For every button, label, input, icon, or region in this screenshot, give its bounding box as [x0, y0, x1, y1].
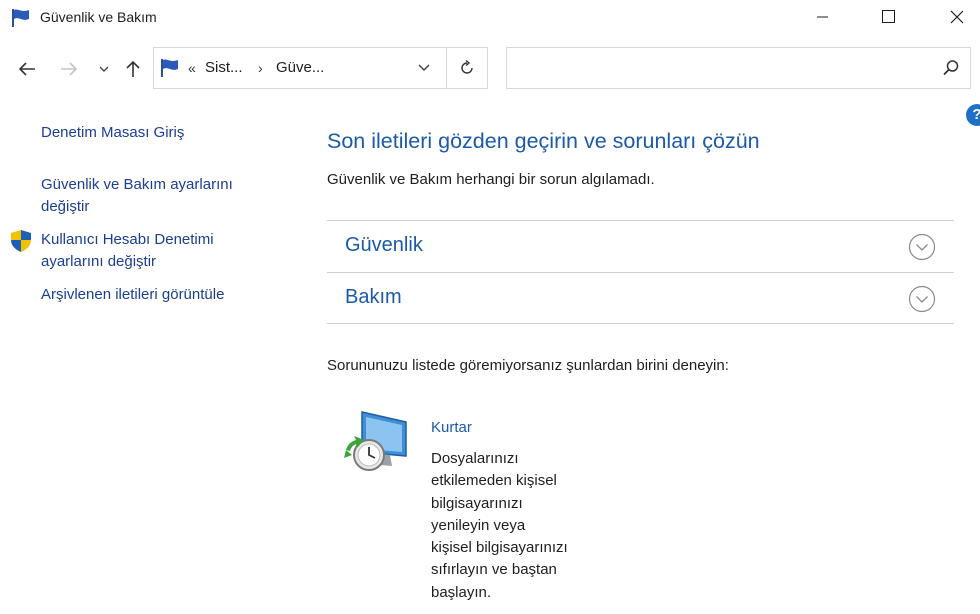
recovery-description: Dosyalarınızı etkilemeden kişisel bilgis… [431, 450, 568, 601]
back-button[interactable] [14, 58, 40, 80]
forward-button[interactable] [56, 58, 82, 80]
security-section[interactable]: Güvenlik [327, 220, 954, 272]
sidebar-item-change-settings[interactable]: Güvenlik ve Bakım ayarlarını değiştir [41, 174, 233, 218]
window-title: Güvenlik ve Bakım [40, 9, 157, 25]
sidebar-item-archived-messages[interactable]: Arşivlenen iletileri görüntüle [41, 284, 224, 306]
expand-chevron-icon[interactable] [908, 233, 936, 261]
status-text: Güvenlik ve Bakım herhangi bir sorun alg… [327, 171, 655, 188]
recovery-link[interactable]: Kurtar [431, 419, 472, 436]
close-button[interactable] [934, 0, 980, 34]
help-button[interactable]: ? [966, 104, 980, 126]
expand-chevron-icon[interactable] [908, 285, 936, 313]
navigation-bar: « Sist... › Güve... [0, 36, 980, 102]
breadcrumb-system[interactable]: Sist... [205, 59, 243, 76]
up-arrow-icon [126, 60, 140, 77]
recovery-icon [344, 411, 407, 471]
security-section-label: Güvenlik [345, 234, 423, 256]
page-title: Son iletileri gözden geçirin ve sorunlar… [327, 129, 760, 153]
try-suggestion-text: Sorununuzu listede göremiyorsanız şunlar… [327, 357, 729, 374]
address-history-button[interactable] [408, 48, 440, 88]
refresh-button[interactable] [446, 48, 487, 88]
recent-locations-button[interactable] [96, 60, 112, 78]
back-arrow-icon [18, 62, 35, 76]
breadcrumb-separator-icon[interactable]: › [258, 60, 263, 76]
close-icon [950, 10, 964, 24]
chevron-down-icon [418, 64, 430, 72]
chevron-down-icon [99, 66, 109, 72]
minimize-button[interactable] [800, 0, 846, 34]
search-input[interactable] [506, 47, 971, 89]
flag-icon [12, 9, 29, 27]
address-overflow[interactable]: « [188, 60, 196, 76]
minimize-icon [817, 16, 828, 18]
maintenance-section[interactable]: Bakım [327, 272, 954, 324]
uac-shield-icon [11, 230, 31, 252]
search-icon[interactable] [942, 59, 960, 77]
sidebar-item-control-panel-home[interactable]: Denetim Masası Giriş [41, 122, 184, 144]
breadcrumb-security[interactable]: Güve... [276, 59, 324, 76]
flag-icon [161, 59, 178, 77]
up-button[interactable] [122, 57, 144, 81]
maintenance-section-label: Bakım [345, 286, 402, 308]
address-bar[interactable]: « Sist... › Güve... [153, 47, 488, 89]
title-bar: Güvenlik ve Bakım [0, 0, 980, 36]
maximize-button[interactable] [866, 0, 912, 34]
refresh-icon [461, 60, 473, 74]
maximize-icon [882, 10, 895, 23]
forward-arrow-icon [61, 62, 78, 76]
sidebar-item-uac-settings[interactable]: Kullanıcı Hesabı Denetimi ayarlarını değ… [41, 229, 214, 273]
